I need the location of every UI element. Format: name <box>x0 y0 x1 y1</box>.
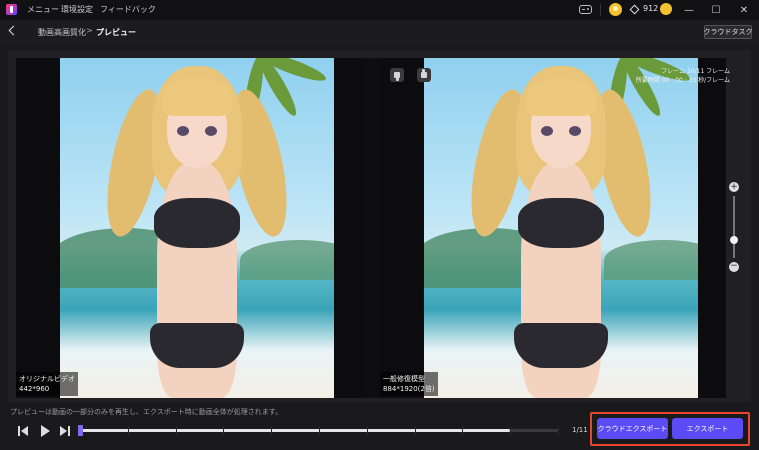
page-header: 動画高画質化 > プレビュー クラウドタスク <box>0 21 759 43</box>
preview-notice: プレビューは動画の一部分のみを再生し、エクスポート時に動画全体が処理されます。 <box>10 408 283 416</box>
thumbs-down-icon <box>394 72 400 78</box>
breadcrumb-enhance[interactable]: 動画高画質化 <box>38 27 86 38</box>
preferences-button[interactable]: 環境設定 <box>61 4 93 15</box>
original-video-frame <box>60 58 334 398</box>
menu-button[interactable]: メニュー <box>27 4 59 15</box>
enhanced-video-pane[interactable] <box>380 58 726 398</box>
timeline-tick <box>462 426 464 435</box>
next-frame-icon[interactable] <box>58 424 72 438</box>
thumbs-up-icon <box>421 69 427 78</box>
breadcrumb-preview: プレビュー <box>96 28 136 37</box>
thumbs-down-button[interactable] <box>390 68 404 82</box>
export-button[interactable]: エクスポート <box>672 418 743 439</box>
split-divider <box>363 58 380 398</box>
timeline-tick <box>510 426 512 435</box>
enhanced-video-resolution: 884*1920(2倍) <box>383 385 435 393</box>
timeline-progress <box>80 429 511 432</box>
original-video-resolution: 442*960 <box>19 385 50 393</box>
frame-info-count: フレーム 10/11 フレーム <box>661 68 730 75</box>
play-icon[interactable] <box>38 424 52 438</box>
cloud-export-button[interactable]: クラウドエクスポート <box>597 418 668 439</box>
maximize-button[interactable]: ☐ <box>703 0 729 20</box>
thumbs-up-button[interactable] <box>417 68 431 82</box>
original-video-pane[interactable] <box>16 58 363 398</box>
zoom-slider-handle[interactable] <box>730 236 738 244</box>
timeline-tick <box>127 426 129 435</box>
zoom-in-button[interactable]: + <box>729 182 739 192</box>
cloud-task-button[interactable]: クラウドタスク <box>704 25 753 39</box>
gamepad-icon[interactable] <box>579 5 592 14</box>
credit-add-icon[interactable] <box>660 3 672 15</box>
frame-counter: 1/11 <box>572 426 588 434</box>
timeline-tick <box>414 426 416 435</box>
minimize-button[interactable]: — <box>676 0 702 20</box>
timeline-tick <box>175 426 177 435</box>
timeline-handle[interactable] <box>78 425 83 436</box>
app-logo-icon <box>6 4 17 15</box>
frame-info: フレーム 10/11 フレーム 所要時間 00 : 00 : 33 秒/フレーム <box>612 67 730 85</box>
zoom-slider-track[interactable] <box>733 196 735 258</box>
character-figure <box>460 58 662 398</box>
original-video-label: オリジナルビデオ 442*960 <box>16 372 78 396</box>
enhanced-video-frame <box>424 58 698 398</box>
enhanced-video-label: 一般修復模型 884*1920(2倍) <box>380 372 438 396</box>
timeline-tick <box>271 426 273 435</box>
credit-balance[interactable]: 912 <box>628 2 674 17</box>
zoom-out-button[interactable]: − <box>729 262 739 272</box>
timeline-tick <box>319 426 320 435</box>
enhanced-video-title: 一般修復模型 <box>383 375 425 383</box>
original-video-title: オリジナルビデオ <box>19 375 75 383</box>
avatar[interactable] <box>609 3 622 16</box>
back-arrow-icon[interactable] <box>8 25 19 36</box>
diamond-icon <box>629 4 640 15</box>
timeline-tick <box>558 426 559 435</box>
character-figure <box>96 58 298 398</box>
playback-timeline[interactable] <box>78 425 559 436</box>
close-button[interactable]: ✕ <box>731 0 757 20</box>
titlebar-divider <box>600 4 601 16</box>
previous-frame-icon[interactable] <box>16 424 30 438</box>
feedback-button[interactable]: フィードバック <box>100 4 156 15</box>
timeline-tick <box>223 426 225 435</box>
frame-info-time: 所要時間 00 : 00 : 33 秒/フレーム <box>635 77 730 84</box>
title-bar: メニュー 環境設定 フィードバック 912 — ☐ ✕ <box>0 0 759 20</box>
timeline-tick <box>366 426 368 435</box>
breadcrumb-separator: > <box>86 26 93 35</box>
credit-count: 912 <box>643 4 659 13</box>
